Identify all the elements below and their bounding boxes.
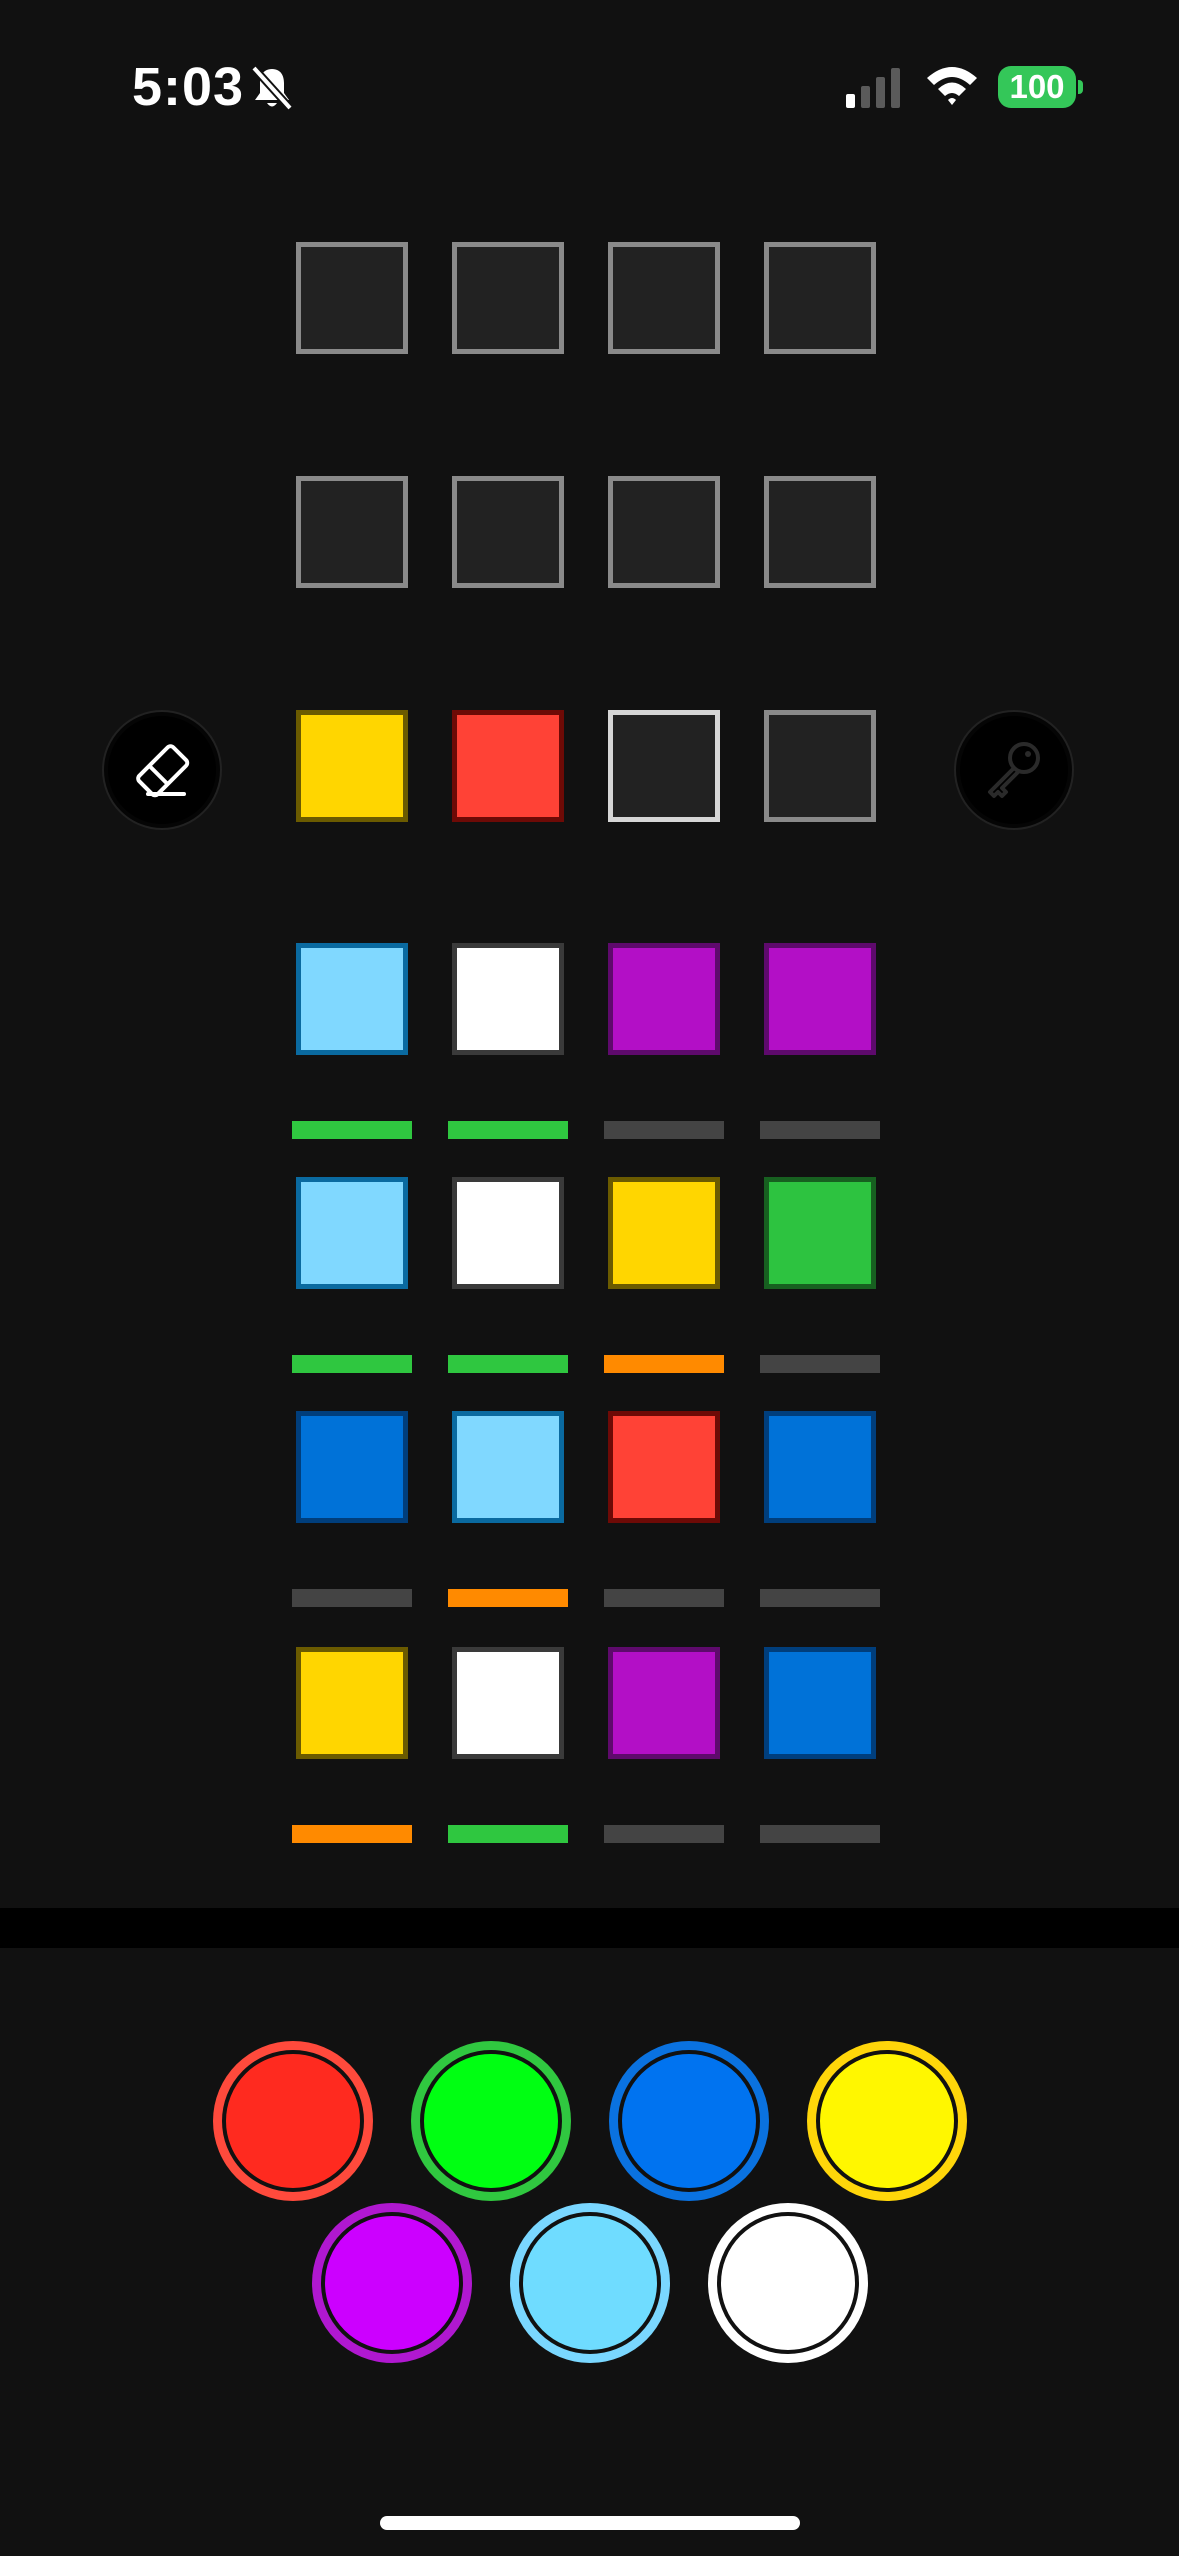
feedback-peg — [292, 1825, 412, 1843]
feedback-peg — [604, 1589, 724, 1607]
palette-yellow-button[interactable] — [807, 2041, 967, 2201]
guess-slot — [608, 1177, 720, 1289]
eraser-icon — [136, 744, 190, 798]
palette-swatch — [717, 2212, 859, 2354]
guess-slot — [452, 1177, 564, 1289]
game-board — [0, 0, 1179, 1900]
feedback-peg — [292, 1355, 412, 1373]
guess-4 — [292, 943, 884, 1139]
guess-slot — [296, 1177, 408, 1289]
row-current — [292, 710, 884, 860]
palette-blue-button[interactable] — [609, 2041, 769, 2201]
feedback-peg — [760, 1825, 880, 1843]
feedback-peg — [604, 1355, 724, 1373]
guess-slot — [296, 476, 408, 588]
guess-2 — [292, 1411, 884, 1607]
guess-slot — [452, 476, 564, 588]
palette-white-button[interactable] — [708, 2203, 868, 2363]
feedback-peg — [292, 1121, 412, 1139]
palette-swatch — [816, 2050, 958, 2192]
row-2 — [292, 476, 884, 626]
guess-slot — [452, 1411, 564, 1523]
guess-slot — [296, 943, 408, 1055]
palette-light-blue-button[interactable] — [510, 2203, 670, 2363]
feedback-peg — [448, 1825, 568, 1843]
guess-slot — [296, 1647, 408, 1759]
feedback-peg — [760, 1121, 880, 1139]
feedback-peg — [760, 1589, 880, 1607]
key-icon — [988, 742, 1040, 798]
feedback-peg — [760, 1355, 880, 1373]
guess-slot — [764, 242, 876, 354]
guess-slot — [608, 1411, 720, 1523]
guess-slot — [764, 943, 876, 1055]
guess-slot — [296, 242, 408, 354]
guess-slot — [764, 476, 876, 588]
palette-swatch — [222, 2050, 364, 2192]
feedback-peg — [604, 1825, 724, 1843]
palette-swatch — [618, 2050, 760, 2192]
guess-slot — [764, 1647, 876, 1759]
guess-slot[interactable] — [296, 710, 408, 822]
palette-green-button[interactable] — [411, 2041, 571, 2201]
home-indicator[interactable] — [380, 2516, 800, 2530]
guess-slot[interactable] — [764, 710, 876, 822]
divider-bar — [0, 1908, 1179, 1948]
row-1 — [292, 242, 884, 392]
guess-slot — [452, 943, 564, 1055]
palette-purple-button[interactable] — [312, 2203, 472, 2363]
feedback-peg — [448, 1589, 568, 1607]
guess-slot — [608, 242, 720, 354]
guess-slot — [452, 1647, 564, 1759]
key-button[interactable] — [956, 712, 1072, 828]
guess-slot[interactable] — [608, 710, 720, 822]
guess-slot — [764, 1177, 876, 1289]
guess-slot — [296, 1411, 408, 1523]
palette-swatch — [420, 2050, 562, 2192]
feedback-peg — [292, 1589, 412, 1607]
guess-1 — [292, 1647, 884, 1843]
palette-swatch — [519, 2212, 661, 2354]
guess-slot — [608, 943, 720, 1055]
feedback-peg — [448, 1121, 568, 1139]
palette-red-button[interactable] — [213, 2041, 373, 2201]
guess-slot — [608, 476, 720, 588]
feedback-peg — [448, 1355, 568, 1373]
palette-swatch — [321, 2212, 463, 2354]
eraser-button[interactable] — [104, 712, 220, 828]
feedback-peg — [604, 1121, 724, 1139]
guess-slot[interactable] — [452, 710, 564, 822]
guess-slot — [764, 1411, 876, 1523]
guess-slot — [452, 242, 564, 354]
guess-slot — [608, 1647, 720, 1759]
guess-3 — [292, 1177, 884, 1373]
